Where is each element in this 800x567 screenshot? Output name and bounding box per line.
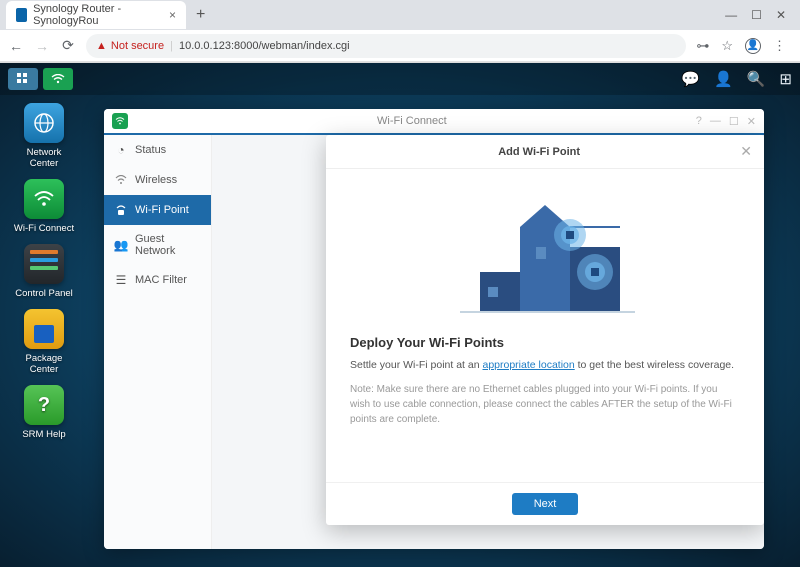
desktop-icons: Network Center Wi-Fi Connect Control Pan… — [12, 103, 76, 440]
favicon-icon — [16, 8, 27, 22]
app-close-icon[interactable]: ✕ — [747, 115, 756, 128]
tab-strip: Synology Router - SynologyRou × + — ☐ ✕ — [0, 0, 800, 30]
account-icon[interactable]: 👤 — [745, 38, 761, 54]
sidebar-item-label: MAC Filter — [135, 274, 187, 286]
star-icon[interactable]: ☆ — [721, 38, 733, 54]
modal-title: Add Wi-Fi Point — [338, 146, 740, 158]
window-controls: — ☐ ✕ — [711, 8, 800, 22]
browser-tab[interactable]: Synology Router - SynologyRou × — [6, 1, 186, 29]
app-main-area: Wi-Fi Receiving Rate Add Wi-Fi Point ✕ — [212, 135, 764, 549]
chat-icon[interactable]: 💬 — [681, 70, 700, 88]
app-launcher-button[interactable] — [8, 68, 38, 90]
modal-content: Deploy Your Wi-Fi Points Settle your Wi-… — [326, 329, 764, 482]
sidebar-item-label: Guest Network — [135, 233, 201, 257]
status-icon: ◔ — [114, 143, 128, 157]
chrome-right-icons: ⊶ ☆ 👤 ⋮ — [696, 38, 792, 54]
sidebar-item-label: Wi-Fi Point — [135, 204, 189, 216]
widgets-icon[interactable]: ⊞ — [779, 70, 792, 88]
modal-body: Settle your Wi-Fi point at an appropriat… — [350, 358, 740, 374]
desktop-icon-label: Control Panel — [15, 288, 73, 299]
close-tab-icon[interactable]: × — [169, 8, 176, 22]
modal-close-icon[interactable]: ✕ — [740, 143, 752, 160]
appropriate-location-link[interactable]: appropriate location — [482, 359, 574, 371]
sidebar-item-label: Wireless — [135, 174, 177, 186]
desktop-icon-network-center[interactable]: Network Center — [12, 103, 76, 169]
sidebar-item-status[interactable]: ◔ Status — [104, 135, 211, 165]
search-icon[interactable]: 🔍 — [747, 70, 766, 88]
sidebar-item-mac-filter[interactable]: ☰ MAC Filter — [104, 265, 211, 295]
tab-title: Synology Router - SynologyRou — [33, 3, 157, 27]
modal-illustration — [326, 169, 764, 329]
sidebar-item-guest-network[interactable]: 👥 Guest Network — [104, 225, 211, 265]
modal-note: Note: Make sure there are no Ethernet ca… — [350, 382, 740, 427]
add-wifi-point-modal: Add Wi-Fi Point ✕ — [326, 135, 764, 525]
address-bar[interactable]: ▲ Not secure | 10.0.0.123:8000/webman/in… — [86, 34, 686, 58]
forward-icon[interactable]: → — [34, 38, 50, 54]
sidebar-item-wireless[interactable]: Wireless — [104, 165, 211, 195]
minimize-icon[interactable]: — — [725, 8, 737, 22]
wifi-connect-window: Wi-Fi Connect ? — ☐ ✕ ◔ Status Wireless — [104, 109, 764, 549]
warning-icon: ▲ — [96, 40, 107, 52]
wireless-icon — [114, 173, 128, 187]
modal-body-pre: Settle your Wi-Fi point at an — [350, 359, 482, 371]
srm-topbar: 💬 👤 🔍 ⊞ — [0, 63, 800, 95]
reload-icon[interactable]: ⟳ — [60, 37, 76, 54]
addr-separator: | — [170, 40, 173, 52]
not-secure-label: Not secure — [111, 40, 164, 52]
filter-icon: ☰ — [114, 273, 128, 287]
wifi-icon — [115, 117, 125, 125]
menu-icon[interactable]: ⋮ — [773, 38, 786, 54]
app-minimize-icon[interactable]: — — [710, 115, 721, 128]
app-maximize-icon[interactable]: ☐ — [729, 115, 739, 128]
desktop-icon-wifi-connect[interactable]: Wi-Fi Connect — [12, 179, 76, 234]
back-icon[interactable]: ← — [8, 38, 24, 54]
guest-icon: 👥 — [114, 238, 128, 252]
desktop-icon-label: Package Center — [12, 353, 76, 375]
wifi-icon — [51, 74, 65, 84]
app-titlebar[interactable]: Wi-Fi Connect ? — ☐ ✕ — [104, 109, 764, 135]
modal-footer: Next — [326, 482, 764, 525]
browser-chrome: Synology Router - SynologyRou × + — ☐ ✕ … — [0, 0, 800, 63]
wifi-app-button[interactable] — [43, 68, 73, 90]
user-icon[interactable]: 👤 — [714, 70, 733, 88]
sidebar-item-wifi-point[interactable]: Wi-Fi Point — [104, 195, 211, 225]
topbar-right: 💬 👤 🔍 ⊞ — [681, 70, 792, 88]
grid-icon — [17, 73, 29, 85]
desktop-icon-control-panel[interactable]: Control Panel — [12, 244, 76, 299]
wifi-icon — [33, 191, 55, 207]
address-row: ← → ⟳ ▲ Not secure | 10.0.0.123:8000/web… — [0, 30, 800, 62]
modal-heading: Deploy Your Wi-Fi Points — [350, 335, 740, 350]
app-title-icon — [112, 113, 128, 129]
url-text: 10.0.0.123:8000/webman/index.cgi — [179, 40, 350, 52]
app-window-controls: ? — ☐ ✕ — [696, 115, 756, 128]
app-sidebar: ◔ Status Wireless Wi-Fi Point 👥 Guest Ne… — [104, 135, 212, 549]
not-secure-badge: ▲ Not secure — [96, 40, 164, 52]
app-help-icon[interactable]: ? — [696, 115, 702, 128]
modal-body-post: to get the best wireless coverage. — [575, 359, 734, 371]
desktop-icon-package-center[interactable]: Package Center — [12, 309, 76, 375]
srm-desktop: 💬 👤 🔍 ⊞ Network Center Wi-Fi Connect Con… — [0, 63, 800, 567]
app-title: Wi-Fi Connect — [128, 115, 696, 127]
house-wifi-illustration — [440, 187, 650, 317]
maximize-icon[interactable]: ☐ — [751, 8, 762, 22]
sidebar-item-label: Status — [135, 144, 166, 156]
close-window-icon[interactable]: ✕ — [776, 8, 786, 22]
key-icon[interactable]: ⊶ — [696, 38, 709, 54]
desktop-icon-srm-help[interactable]: ? SRM Help — [12, 385, 76, 440]
desktop-icon-label: SRM Help — [22, 429, 65, 440]
wifi-point-icon — [114, 203, 128, 217]
app-body: ◔ Status Wireless Wi-Fi Point 👥 Guest Ne… — [104, 135, 764, 549]
new-tab-button[interactable]: + — [186, 6, 215, 24]
modal-header: Add Wi-Fi Point ✕ — [326, 135, 764, 169]
desktop-icon-label: Network Center — [12, 147, 76, 169]
desktop-icon-label: Wi-Fi Connect — [14, 223, 74, 234]
next-button[interactable]: Next — [512, 493, 579, 515]
globe-icon — [33, 112, 55, 134]
